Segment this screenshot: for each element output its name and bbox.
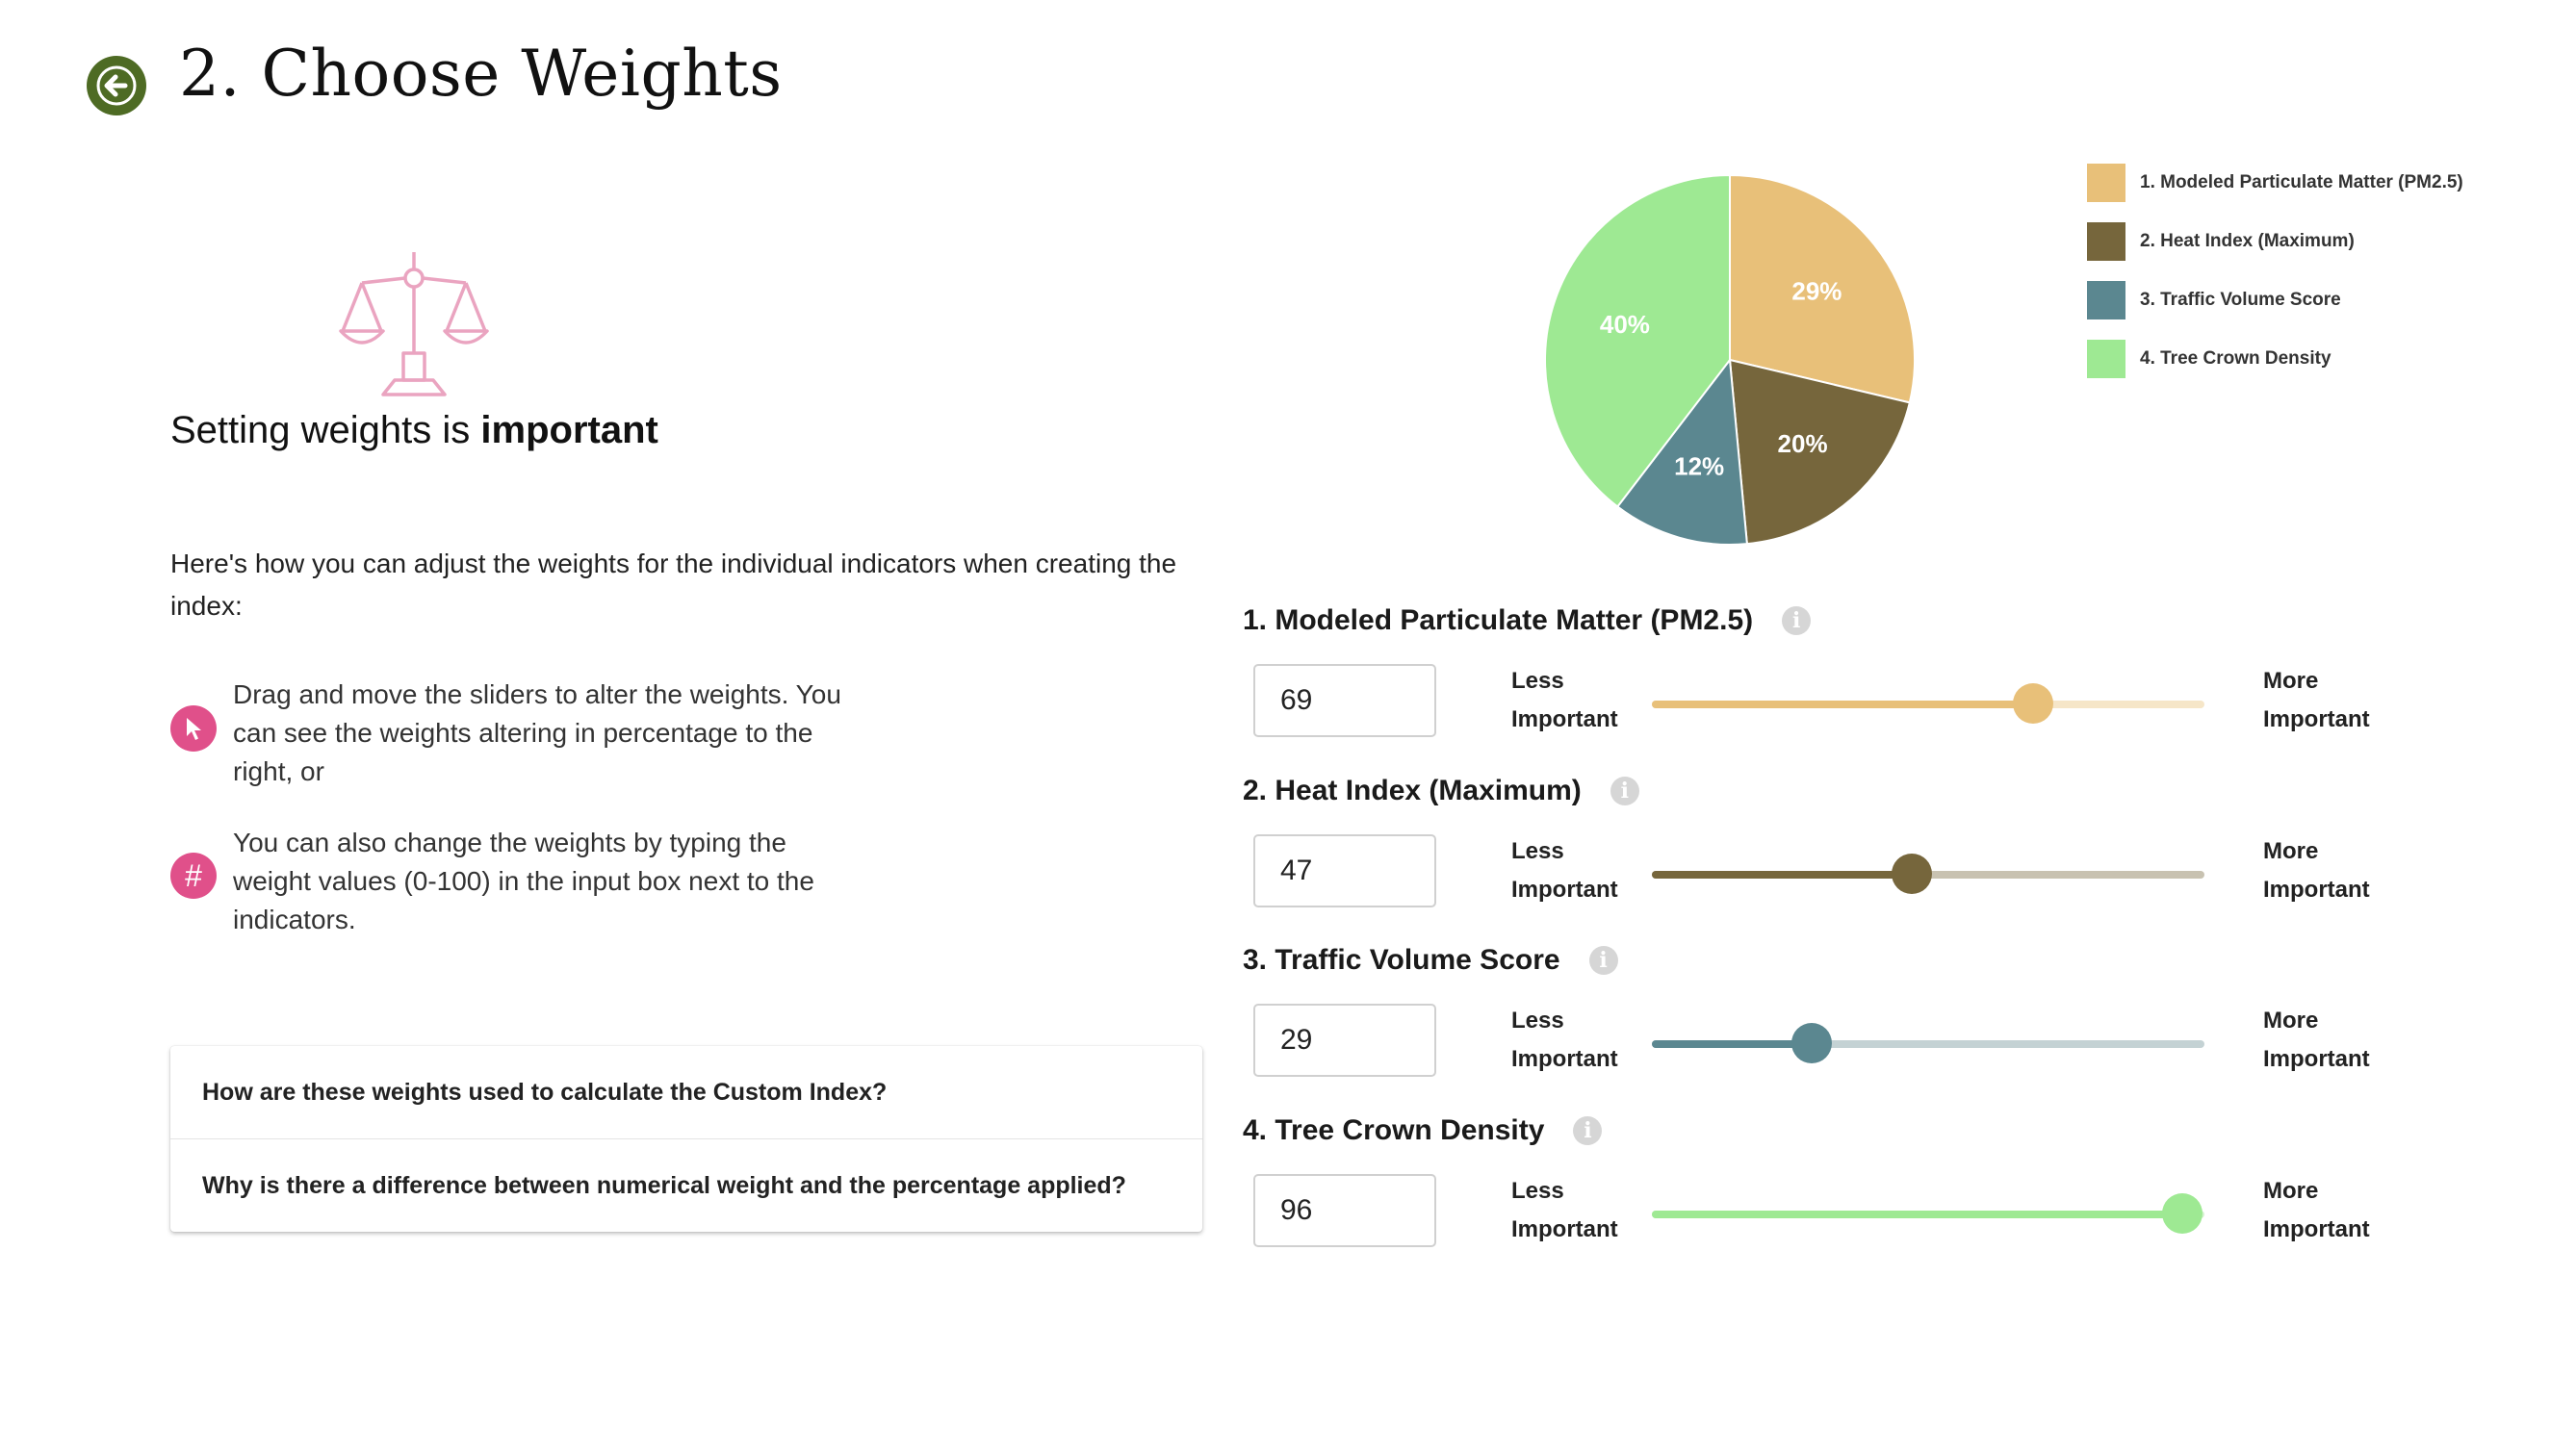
intro-heading-bold: important <box>480 409 658 451</box>
intro-text: Here's how you can adjust the weights fo… <box>170 549 1177 621</box>
indicator-title-text: 4. Tree Crown Density <box>1243 1114 1545 1146</box>
weight-input[interactable] <box>1253 834 1436 907</box>
legend-swatch <box>2087 340 2125 378</box>
chart-legend: 1. Modeled Particulate Matter (PM2.5) 2. … <box>2087 164 2463 398</box>
pie-slice-label: 40% <box>1600 310 1650 339</box>
less-important-label: Less Important <box>1511 1002 1618 1079</box>
arrow-left-icon <box>96 65 137 106</box>
indicator-title: 4. Tree Crown Density i <box>1243 1114 1603 1147</box>
legend-swatch <box>2087 164 2125 202</box>
faq-item-weight-difference[interactable]: Why is there a difference between numeri… <box>170 1138 1202 1232</box>
pie-slice-label: 12% <box>1674 452 1724 481</box>
more-important-label: More Important <box>2263 832 2370 909</box>
legend-item: 2. Heat Index (Maximum) <box>2087 222 2463 261</box>
weight-input[interactable] <box>1253 1004 1436 1077</box>
less-label-line1: Less <box>1511 1178 1564 1204</box>
intro-heading-text: Setting weights is <box>170 409 481 451</box>
weight-slider[interactable] <box>1652 854 2204 894</box>
tip-cursor-badge <box>170 705 217 752</box>
info-icon[interactable]: i <box>1782 606 1812 635</box>
less-label-line2: Important <box>1511 877 1618 903</box>
more-important-label: More Important <box>2263 662 2370 739</box>
slider-fill <box>1652 701 2034 708</box>
indicator-title-text: 1. Modeled Particulate Matter (PM2.5) <box>1243 604 1754 636</box>
slider-fill <box>1652 1211 2183 1218</box>
less-label-line2: Important <box>1511 706 1618 732</box>
tip-drag-text: Drag and move the sliders to alter the w… <box>233 679 841 786</box>
legend-swatch <box>2087 281 2125 319</box>
weight-slider[interactable] <box>1652 1193 2204 1234</box>
legend-swatch <box>2087 222 2125 261</box>
less-label-line2: Important <box>1511 1046 1618 1072</box>
pie-slice-label: 29% <box>1791 277 1842 306</box>
legend-label: 4. Tree Crown Density <box>2140 348 2331 369</box>
indicator-title: 2. Heat Index (Maximum) i <box>1243 775 1639 807</box>
weight-input[interactable] <box>1253 1174 1436 1247</box>
balance-scale-icon <box>339 252 489 396</box>
slider-thumb[interactable] <box>1891 854 1932 894</box>
more-important-label: More Important <box>2263 1002 2370 1079</box>
legend-label: 1. Modeled Particulate Matter (PM2.5) <box>2140 172 2463 192</box>
pie-slice-label: 20% <box>1778 429 1828 458</box>
weight-input[interactable] <box>1253 664 1436 737</box>
slider-thumb[interactable] <box>2013 683 2054 724</box>
more-label-line1: More <box>2263 838 2319 864</box>
less-label-line2: Important <box>1511 1216 1618 1242</box>
less-label-line1: Less <box>1511 838 1564 864</box>
more-label-line1: More <box>2263 1178 2319 1204</box>
cursor-icon <box>187 718 201 740</box>
info-icon[interactable]: i <box>1588 946 1618 975</box>
legend-label: 3. Traffic Volume Score <box>2140 290 2341 310</box>
less-label-line1: Less <box>1511 1008 1564 1034</box>
less-important-label: Less Important <box>1511 832 1618 909</box>
tip-hash-badge: # <box>170 853 217 899</box>
slider-thumb[interactable] <box>1791 1023 1833 1063</box>
legend-item: 4. Tree Crown Density <box>2087 340 2463 378</box>
weights-pie-chart: 29% 20% 12% 40% <box>1544 173 1916 546</box>
less-label-line1: Less <box>1511 668 1564 694</box>
weight-slider[interactable] <box>1652 683 2204 724</box>
indicator-title: 1. Modeled Particulate Matter (PM2.5) i <box>1243 604 1812 637</box>
page-title: 2. Choose Weights <box>179 37 783 111</box>
info-icon[interactable]: i <box>1610 777 1639 805</box>
less-important-label: Less Important <box>1511 662 1618 739</box>
more-label-line2: Important <box>2263 1216 2370 1242</box>
hash-icon: # <box>185 858 202 893</box>
indicator-title-text: 2. Heat Index (Maximum) <box>1243 775 1582 806</box>
legend-label: 2. Heat Index (Maximum) <box>2140 231 2355 251</box>
slider-fill <box>1652 1040 1813 1048</box>
faq-item-custom-index[interactable]: How are these weights used to calculate … <box>170 1046 1202 1138</box>
slider-fill <box>1652 871 1912 879</box>
more-label-line2: Important <box>2263 706 2370 732</box>
tip-type-text: You can also change the weights by typin… <box>233 828 814 934</box>
more-label-line2: Important <box>2263 1046 2370 1072</box>
intro-heading: Setting weights is important <box>170 409 658 452</box>
slider-thumb[interactable] <box>2162 1193 2203 1234</box>
less-important-label: Less Important <box>1511 1172 1618 1249</box>
indicator-title: 3. Traffic Volume Score i <box>1243 944 1618 977</box>
more-important-label: More Important <box>2263 1172 2370 1249</box>
legend-item: 1. Modeled Particulate Matter (PM2.5) <box>2087 164 2463 202</box>
info-icon[interactable]: i <box>1573 1116 1603 1145</box>
legend-item: 3. Traffic Volume Score <box>2087 281 2463 319</box>
more-label-line1: More <box>2263 1008 2319 1034</box>
back-button[interactable] <box>87 56 146 115</box>
indicator-title-text: 3. Traffic Volume Score <box>1243 944 1560 976</box>
more-label-line1: More <box>2263 668 2319 694</box>
faq-accordion: How are these weights used to calculate … <box>170 1046 1202 1232</box>
more-label-line2: Important <box>2263 877 2370 903</box>
weight-slider[interactable] <box>1652 1023 2204 1063</box>
